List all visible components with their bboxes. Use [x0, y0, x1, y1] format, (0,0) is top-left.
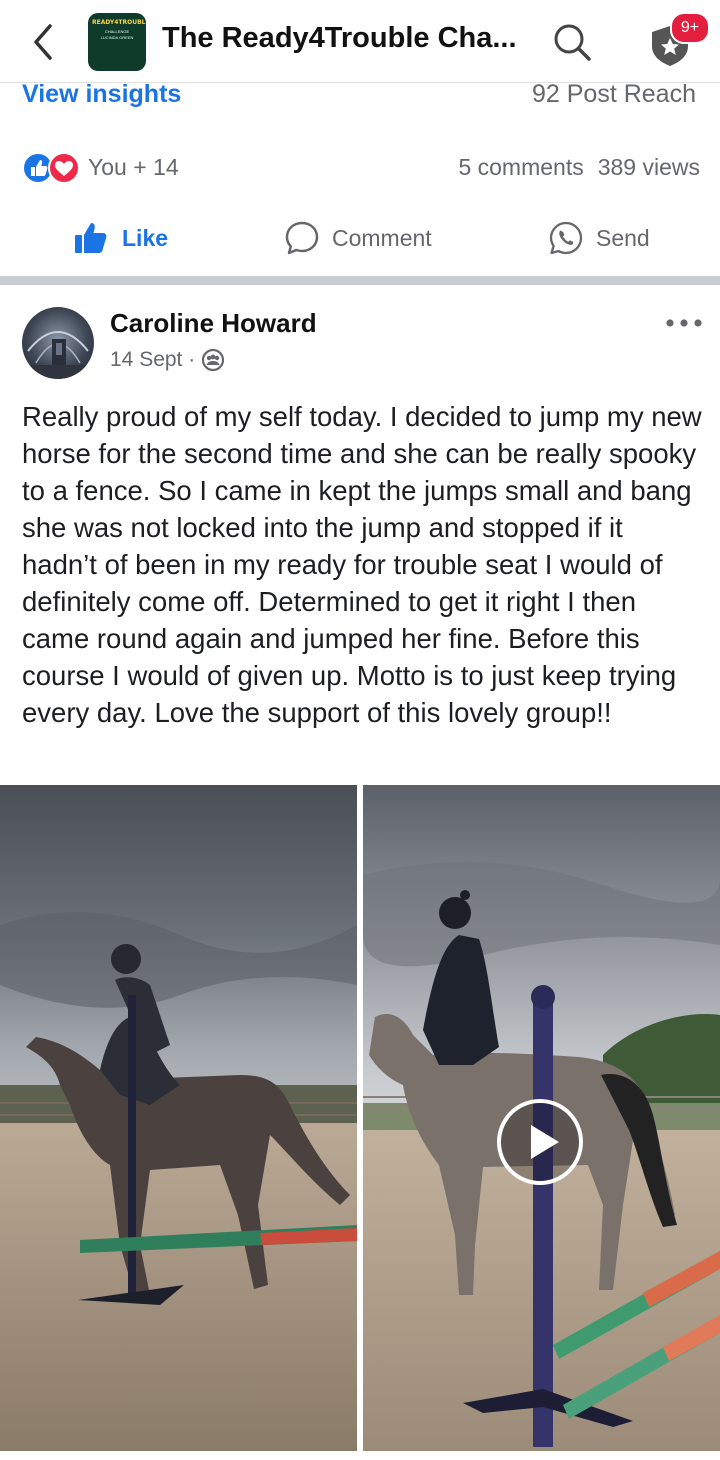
- search-icon[interactable]: [552, 22, 592, 62]
- avatar[interactable]: [22, 307, 94, 379]
- like-label: Like: [122, 224, 169, 251]
- reaction-icons[interactable]: [22, 152, 82, 184]
- notification-badge: 9+: [670, 12, 710, 44]
- post-meta: 14 Sept ·: [110, 348, 225, 372]
- group-logo[interactable]: READY4TROUBLE CHALLENGE LUCINDA GREEN: [88, 13, 146, 71]
- logo-text-3: LUCINDA GREEN: [100, 35, 134, 40]
- group-title[interactable]: The Ready4Trouble Cha...: [162, 22, 522, 55]
- whatsapp-send-icon: [549, 221, 583, 255]
- send-button[interactable]: Send: [548, 218, 650, 258]
- post-author[interactable]: Caroline Howard: [110, 308, 317, 339]
- logo-text-2: CHALLENGE: [104, 29, 130, 34]
- more-options-icon[interactable]: [664, 316, 704, 328]
- view-insights-link[interactable]: View insights: [22, 80, 181, 109]
- comment-bubble-icon: [285, 221, 319, 255]
- post-divider: [0, 276, 720, 285]
- action-bar: Like Comment Send: [0, 210, 720, 266]
- chevron-left-icon[interactable]: [28, 20, 62, 64]
- post-video-2[interactable]: [363, 785, 720, 1451]
- love-reaction-icon: [48, 152, 80, 184]
- post-text: Really proud of my self today. I decided…: [22, 401, 702, 728]
- views-count: 389 views: [597, 154, 700, 180]
- send-label: Send: [596, 224, 650, 251]
- post-reach: 92 Post Reach: [532, 80, 696, 108]
- thumbs-up-icon: [75, 223, 107, 253]
- post-photo-1[interactable]: [0, 785, 357, 1451]
- post-date[interactable]: 14 Sept ·: [110, 348, 195, 372]
- group-audience-icon: [202, 348, 225, 372]
- like-button[interactable]: Like: [72, 218, 168, 258]
- comments-count[interactable]: 5 comments: [458, 154, 583, 180]
- logo-text-1: READY4TROUBLE: [92, 19, 146, 26]
- comment-button[interactable]: Comment: [284, 218, 432, 258]
- comment-label: Comment: [332, 224, 432, 251]
- top-bar: READY4TROUBLE CHALLENGE LUCINDA GREEN Th…: [0, 0, 720, 83]
- play-icon[interactable]: [495, 1097, 585, 1187]
- reactions-row: You + 14 5 comments 389 views: [22, 148, 702, 188]
- reaction-count[interactable]: You + 14: [88, 154, 179, 181]
- post-stats: 5 comments 389 views: [444, 154, 700, 181]
